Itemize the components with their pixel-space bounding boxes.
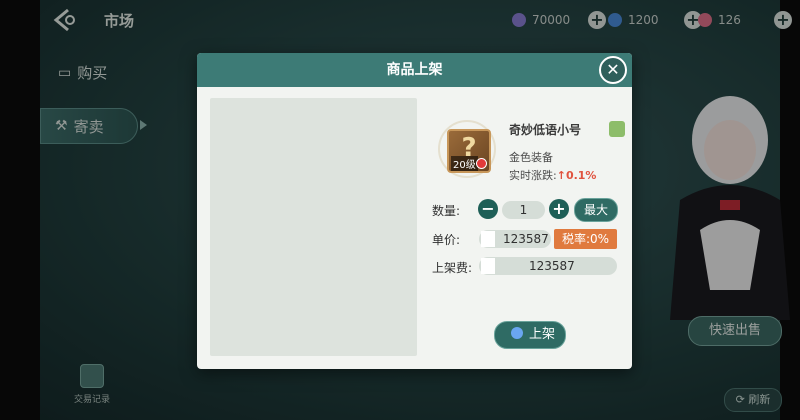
- price-change-label: 实时涨跌:: [509, 169, 557, 182]
- blue-gem-icon: [511, 327, 523, 339]
- listing-fee-field: 123587: [479, 257, 617, 275]
- tax-rate-badge: 税率:0%: [554, 229, 617, 249]
- unit-price-input[interactable]: 123587: [479, 230, 551, 248]
- currency-swatch: [481, 258, 495, 274]
- close-button[interactable]: ✕: [599, 56, 627, 84]
- dialog-title: 商品上架: [386, 62, 443, 78]
- item-type: 金色装备: [509, 151, 553, 164]
- item-name: 奇妙低语小号: [509, 123, 582, 137]
- listing-fee-label: 上架费:: [432, 261, 473, 275]
- quantity-label: 数量:: [432, 204, 461, 218]
- quantity-input[interactable]: 1: [502, 201, 545, 219]
- item-list-panel[interactable]: [210, 98, 417, 356]
- list-button-label: 上架: [529, 327, 556, 342]
- unit-price-value: 123587: [503, 232, 549, 246]
- listing-fee-value: 123587: [529, 259, 575, 273]
- price-change-value: 0.1%: [565, 169, 597, 182]
- quantity-decrease-button[interactable]: −: [478, 199, 498, 219]
- item-level: 20级: [451, 156, 478, 171]
- currency-swatch: [481, 231, 495, 247]
- listing-dialog: 商品上架 ✕ ? 20级 奇妙低语小号 金色装备 实时涨跌:↑0.1% 数量: …: [197, 53, 632, 369]
- lock-icon[interactable]: [609, 121, 625, 137]
- game-screen: 市场 70000 + 1200 + 126 + ▭ 购买 ⚒ 寄卖 交易记录 快…: [0, 0, 800, 420]
- max-quantity-button[interactable]: 最大: [574, 198, 618, 222]
- forbidden-icon: [476, 158, 487, 169]
- up-arrow-icon: ↑: [556, 169, 566, 182]
- quantity-increase-button[interactable]: +: [549, 199, 569, 219]
- unit-price-label: 单价:: [432, 233, 461, 247]
- list-item-button[interactable]: 上架: [494, 321, 566, 349]
- item-icon: ? 20级: [447, 129, 491, 173]
- price-change: 实时涨跌:↑0.1%: [509, 167, 596, 183]
